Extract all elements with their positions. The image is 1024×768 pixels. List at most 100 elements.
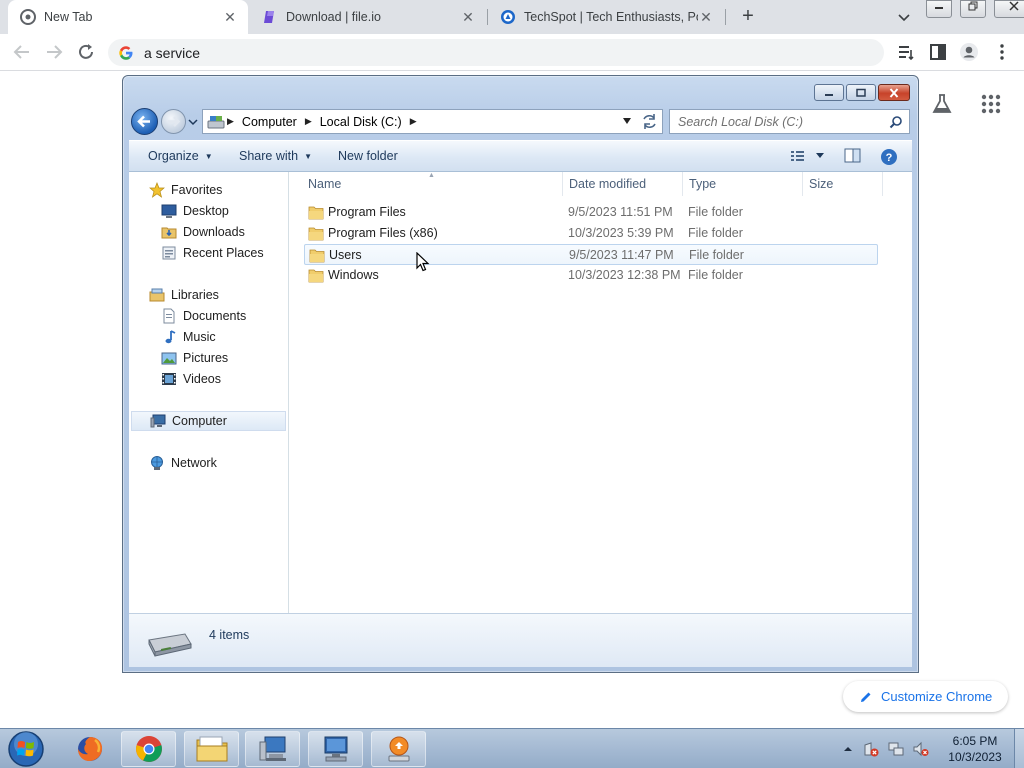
customize-chrome-button[interactable]: Customize Chrome — [843, 681, 1009, 712]
column-header-name[interactable]: Name — [302, 172, 563, 196]
explorer-back-button[interactable] — [131, 108, 158, 135]
start-button[interactable] — [4, 730, 48, 768]
explorer-forward-button[interactable] — [161, 109, 186, 134]
explorer-search-input[interactable]: Search Local Disk (C:) — [669, 109, 910, 134]
taskbar-firefox[interactable] — [62, 731, 117, 767]
file-date: 10/3/2023 12:38 PM — [568, 268, 681, 282]
close-window-button[interactable] — [994, 0, 1024, 18]
folder-icon — [309, 249, 325, 263]
explorer-close-button[interactable] — [878, 84, 910, 101]
side-panel-icon[interactable] — [928, 42, 948, 62]
tab-techspot[interactable]: TechSpot | Tech Enthusiasts, Power Users… — [488, 0, 724, 34]
breadcrumb-local-disk[interactable]: Local Disk (C:) — [320, 115, 402, 129]
taskbar-computer-management[interactable] — [245, 731, 300, 767]
taskbar-remote-desktop[interactable] — [308, 731, 363, 767]
nav-videos[interactable]: Videos — [129, 369, 288, 389]
explorer-maximize-button[interactable] — [846, 84, 876, 101]
column-header-size[interactable]: Size — [803, 172, 883, 196]
back-arrow-icon[interactable] — [10, 40, 34, 64]
breadcrumb-separator[interactable]: ▶ — [305, 116, 312, 127]
share-with-label: Share with — [239, 149, 299, 163]
help-icon[interactable]: ? — [880, 148, 898, 166]
new-folder-label: New folder — [338, 149, 398, 163]
tab-new-tab[interactable]: New Tab ✕ — [8, 0, 248, 34]
more-vertical-icon[interactable] — [992, 42, 1012, 62]
nav-libraries[interactable]: Libraries — [129, 285, 288, 305]
nav-documents[interactable]: Documents — [129, 306, 288, 326]
nav-label: Libraries — [171, 288, 219, 302]
show-desktop-button[interactable] — [1014, 729, 1024, 768]
action-center-icon[interactable] — [863, 741, 879, 757]
close-icon[interactable]: ✕ — [460, 9, 476, 25]
file-row[interactable]: Program Files (x86) 10/3/2023 5:39 PM Fi… — [304, 223, 878, 244]
nav-recent-places[interactable]: Recent Places — [129, 243, 288, 263]
column-label: Name — [308, 177, 342, 191]
new-tab-button[interactable]: + — [736, 5, 760, 29]
downloads-folder-icon — [161, 227, 177, 239]
recent-pages-dropdown-icon[interactable] — [188, 118, 198, 126]
breadcrumb-separator[interactable]: ▶ — [410, 116, 417, 127]
mouse-cursor-icon — [416, 252, 430, 272]
tab-file-io[interactable]: Download | file.io ✕ — [250, 0, 486, 34]
chevron-down-icon[interactable] — [894, 7, 914, 27]
network-status-icon[interactable] — [888, 741, 904, 757]
nav-computer[interactable]: Computer — [131, 411, 286, 431]
preview-pane-icon[interactable] — [844, 148, 862, 164]
column-header-type[interactable]: Type — [683, 172, 803, 196]
browser-tabstrip: New Tab ✕ Download | file.io ✕ TechSpot … — [0, 0, 1024, 34]
close-icon[interactable]: ✕ — [222, 9, 238, 25]
taskbar-clock[interactable]: 6:05 PM 10/3/2023 — [940, 733, 1010, 765]
taskbar-file-explorer[interactable] — [184, 731, 239, 767]
folder-icon — [308, 269, 324, 283]
file-name: Windows — [328, 268, 379, 282]
share-with-button[interactable]: Share with ▼ — [239, 149, 312, 163]
nav-network[interactable]: Network — [129, 453, 288, 473]
restore-button[interactable] — [960, 0, 986, 18]
reload-icon[interactable] — [74, 40, 98, 64]
organize-button[interactable]: Organize ▼ — [148, 149, 213, 163]
documents-icon — [163, 308, 175, 324]
reading-list-icon[interactable] — [896, 42, 916, 62]
explorer-command-bar: Organize ▼ Share with ▼ New folder ? — [129, 140, 912, 172]
minimize-button[interactable] — [926, 0, 952, 18]
nav-label: Documents — [183, 309, 247, 323]
chrome-labs-icon[interactable] — [930, 92, 954, 116]
nav-favorites[interactable]: Favorites — [129, 180, 288, 200]
pictures-icon — [161, 352, 177, 365]
new-folder-button[interactable]: New folder — [338, 149, 398, 163]
breadcrumb-separator[interactable]: ▶ — [227, 116, 234, 127]
google-apps-icon[interactable] — [980, 93, 1002, 115]
window-controls — [926, 0, 1024, 18]
file-row[interactable]: Program Files 9/5/2023 11:51 PM File fol… — [304, 202, 878, 223]
taskbar-chrome[interactable] — [121, 731, 176, 767]
tab-title: Download | file.io — [286, 10, 381, 24]
nav-music[interactable]: Music — [129, 327, 288, 347]
nav-label: Recent Places — [183, 246, 264, 260]
chevron-down-icon[interactable] — [622, 117, 632, 125]
nav-label: Downloads — [183, 225, 245, 239]
close-icon[interactable]: ✕ — [698, 9, 714, 25]
explorer-refresh-button[interactable] — [638, 109, 663, 134]
nav-desktop[interactable]: Desktop — [129, 201, 288, 221]
profile-avatar-icon[interactable] — [959, 42, 979, 62]
column-header-date-modified[interactable]: Date modified — [563, 172, 683, 196]
file-row[interactable]: Windows 10/3/2023 12:38 PM File folder — [304, 265, 878, 286]
view-options-icon[interactable] — [790, 148, 828, 164]
breadcrumb-computer[interactable]: Computer — [242, 115, 297, 129]
explorer-address-bar[interactable]: ▶ Computer ▶ Local Disk (C:) ▶ — [202, 109, 663, 134]
explorer-body: Favorites Desktop Downloads Recent Place… — [129, 172, 912, 613]
music-note-icon — [165, 330, 176, 344]
explorer-minimize-button[interactable] — [814, 84, 844, 101]
file-row[interactable]: Users 9/5/2023 11:47 PM File folder — [304, 244, 878, 265]
omnibox[interactable]: a service — [108, 39, 884, 66]
svg-text:?: ? — [886, 152, 893, 164]
nav-downloads[interactable]: Downloads — [129, 222, 288, 242]
nav-label: Music — [183, 330, 216, 344]
nav-pictures[interactable]: Pictures — [129, 348, 288, 368]
system-tray — [843, 729, 938, 768]
show-hidden-icons-icon[interactable] — [843, 744, 853, 754]
nav-label: Videos — [183, 372, 221, 386]
taskbar-media-app[interactable] — [371, 731, 426, 767]
volume-muted-icon[interactable] — [913, 741, 929, 757]
forward-arrow-icon[interactable] — [42, 40, 66, 64]
